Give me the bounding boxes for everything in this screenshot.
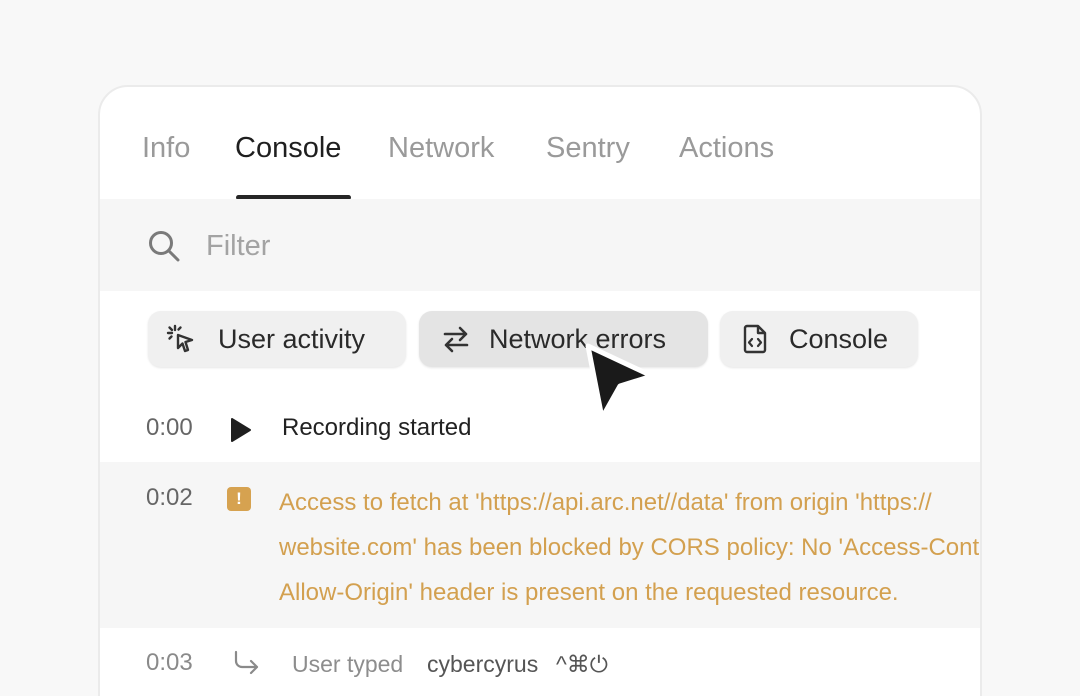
warning-icon: !: [227, 487, 251, 511]
return-arrow-icon: [234, 650, 259, 675]
tab-console[interactable]: Console: [235, 131, 341, 165]
warning-line: website.com' has been blocked by CORS po…: [279, 534, 982, 561]
log-entry[interactable]: 0:00 Recording started: [100, 397, 980, 461]
filter-bar: [100, 199, 980, 291]
devtools-panel: Info Console Network Sentry Actions Filt…: [98, 85, 982, 696]
stage: Info Console Network Sentry Actions Filt…: [0, 0, 1080, 696]
tab-network[interactable]: Network: [388, 131, 494, 165]
tab-sentry[interactable]: Sentry: [546, 131, 630, 165]
pointer-click-icon: [166, 324, 194, 353]
keyboard-shortcut: ^⌘⏻: [556, 651, 608, 677]
typed-value: cybercyrus: [427, 651, 539, 677]
play-icon: [231, 418, 251, 442]
log-timestamp: 0:00: [146, 414, 193, 441]
warning-line: Access to fetch at 'https://api.arc.net/…: [279, 489, 932, 516]
chip-user-activity[interactable]: User activity: [148, 311, 406, 367]
filter-input[interactable]: [206, 227, 906, 265]
log-message-prefix: User typed: [292, 651, 404, 677]
tab-bar: Info Console Network Sentry Actions: [100, 87, 980, 200]
chip-label: Console: [789, 324, 889, 354]
chip-console[interactable]: Console: [720, 311, 918, 367]
tab-info[interactable]: Info: [142, 131, 190, 165]
log-timestamp: 0:02: [146, 484, 193, 511]
warning-message: Access to fetch at 'https://api.arc.net/…: [279, 480, 982, 615]
log-message: Recording started: [282, 414, 472, 441]
log-timestamp: 0:03: [146, 649, 193, 676]
log-entry-warning[interactable]: 0:02 ! Access to fetch at 'https://api.a…: [100, 462, 980, 628]
search-icon: [149, 231, 180, 262]
code-file-icon: [743, 324, 767, 354]
log-entry[interactable]: 0:03 User typed cybercyrus ^⌘⏻: [100, 633, 980, 693]
mouse-cursor-icon: [585, 343, 655, 421]
chip-label: User activity: [218, 324, 366, 354]
warning-line: Allow-Origin' header is present on the r…: [279, 579, 899, 606]
chip-network-errors[interactable]: Network errors: [419, 311, 708, 367]
tab-actions[interactable]: Actions: [679, 131, 774, 165]
arrows-exchange-icon: [443, 326, 469, 353]
